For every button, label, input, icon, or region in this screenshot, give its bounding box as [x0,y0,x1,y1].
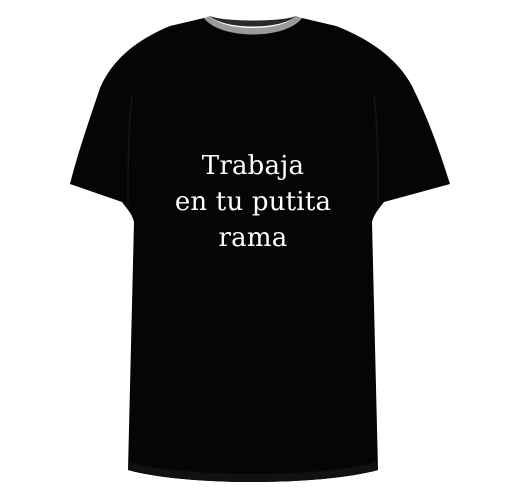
print-line-1: Trabaja [201,151,305,181]
shirt-print-text: Trabaja en tu putita rama [153,148,353,256]
product-image: Trabaja en tu putita rama [0,0,506,493]
print-line-2: en tu putita [174,187,332,217]
print-line-3: rama [218,223,288,253]
